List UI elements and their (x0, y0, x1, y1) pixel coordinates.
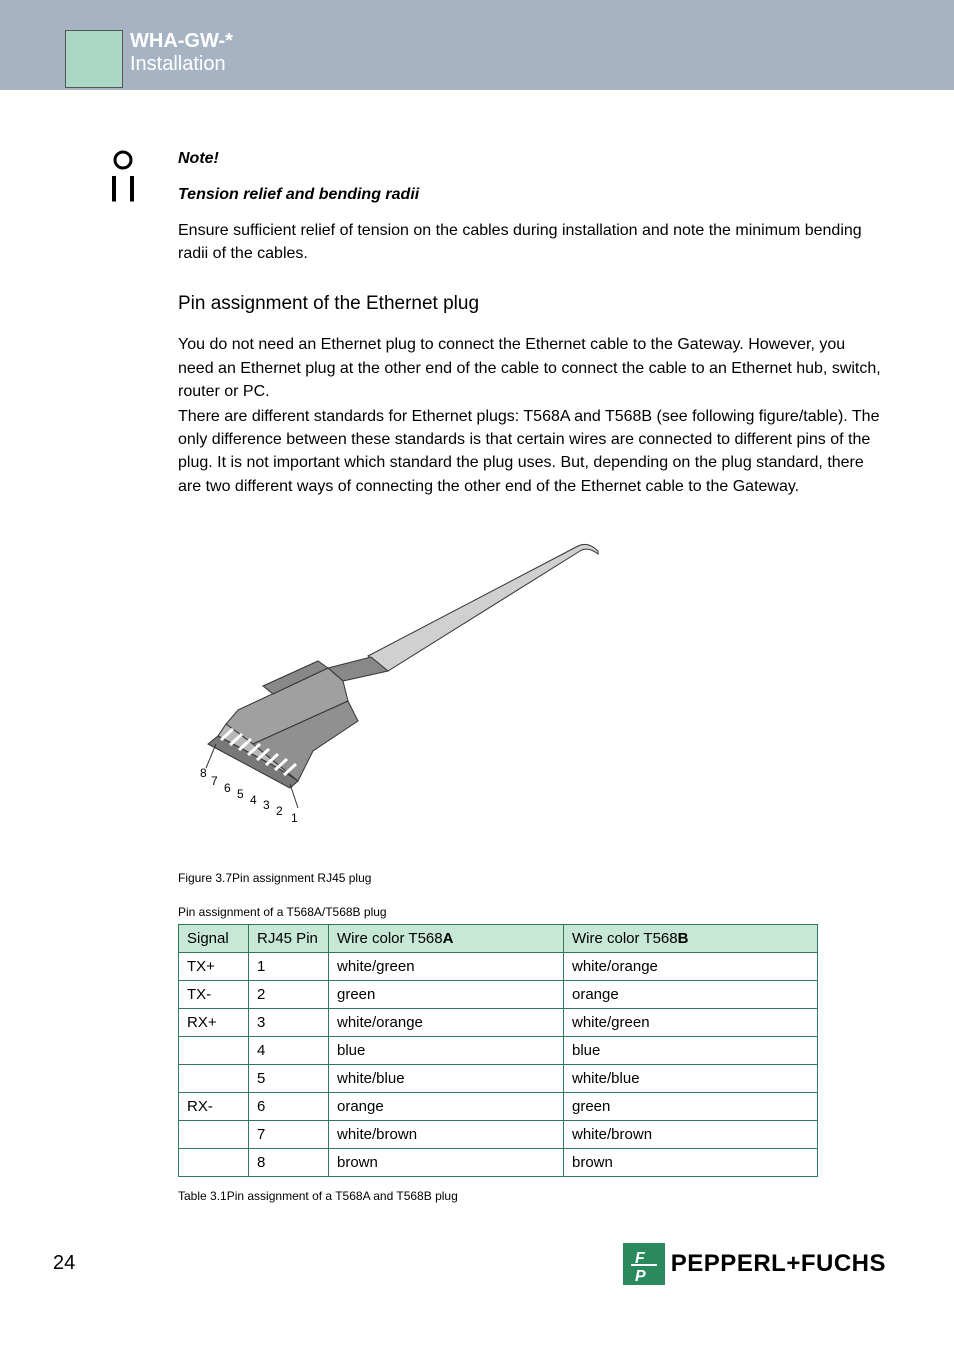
table-caption: Table 3.1Pin assignment of a T568A and T… (178, 1189, 884, 1203)
table-caption-prefix: Table 3.1 (178, 1189, 227, 1203)
pin-label-7: 7 (211, 774, 218, 788)
table-row: 5white/bluewhite/blue (179, 1064, 818, 1092)
cell-a: orange (329, 1092, 564, 1120)
table-row: 4blueblue (179, 1036, 818, 1064)
ethernet-heading: Pin assignment of the Ethernet plug (178, 293, 884, 315)
cell-pin: 1 (249, 952, 329, 980)
pin-label-1: 1 (291, 811, 298, 825)
cell-b: green (564, 1092, 818, 1120)
footer-logo-icon: F P (623, 1243, 665, 1285)
footer-logo: F P PEPPERL+FUCHS (623, 1243, 886, 1285)
cell-signal: TX- (179, 980, 249, 1008)
cell-pin: 8 (249, 1148, 329, 1176)
cell-pin: 7 (249, 1120, 329, 1148)
cell-a: white/green (329, 952, 564, 980)
model-id: WHA-GW-* (130, 30, 233, 53)
note-icon (108, 150, 138, 207)
table-row: 7white/brownwhite/brown (179, 1120, 818, 1148)
cell-b: orange (564, 980, 818, 1008)
th-colA-bold: A (443, 930, 454, 947)
table-row: RX+3white/orangewhite/green (179, 1008, 818, 1036)
table-title: Pin assignment of a T568A/T568B plug (178, 905, 884, 919)
cell-b: white/blue (564, 1064, 818, 1092)
note-title: Note! (178, 150, 884, 168)
cell-pin: 3 (249, 1008, 329, 1036)
rj45-figure: 8 7 6 5 4 3 2 1 (178, 526, 884, 846)
header-text: WHA-GW-* Installation (130, 30, 233, 76)
cell-signal: TX+ (179, 952, 249, 980)
cell-pin: 6 (249, 1092, 329, 1120)
cell-a: green (329, 980, 564, 1008)
figure-caption: Figure 3.7Pin assignment RJ45 plug (178, 871, 884, 885)
cell-b: white/brown (564, 1120, 818, 1148)
cell-b: blue (564, 1036, 818, 1064)
table-row: TX+1white/greenwhite/orange (179, 952, 818, 980)
content-area: Note! Tension relief and bending radii E… (178, 150, 884, 1203)
cell-pin: 2 (249, 980, 329, 1008)
table-row: 8brownbrown (179, 1148, 818, 1176)
pin-label-6: 6 (224, 781, 231, 795)
pin-label-5: 5 (237, 787, 244, 801)
cell-b: white/orange (564, 952, 818, 980)
note-text: Ensure sufficient relief of tension on t… (178, 219, 884, 265)
pin-label-4: 4 (250, 793, 257, 807)
figure-caption-text: Pin assignment RJ45 plug (232, 871, 371, 885)
th-colA-pre: Wire color T568 (337, 930, 443, 947)
pin-label-2: 2 (276, 804, 283, 818)
cell-signal (179, 1064, 249, 1092)
cell-signal (179, 1036, 249, 1064)
svg-text:P: P (635, 1268, 646, 1285)
section-title: Installation (130, 53, 233, 76)
cell-a: white/orange (329, 1008, 564, 1036)
th-colB-pre: Wire color T568 (572, 930, 678, 947)
table-row: RX-6orangegreen (179, 1092, 818, 1120)
cell-a: blue (329, 1036, 564, 1064)
header-bar: WHA-GW-* Installation (0, 0, 954, 90)
th-colB: Wire color T568B (564, 924, 818, 952)
ethernet-para1: You do not need an Ethernet plug to conn… (178, 333, 884, 403)
cell-b: white/green (564, 1008, 818, 1036)
cell-pin: 5 (249, 1064, 329, 1092)
cell-b: brown (564, 1148, 818, 1176)
pin-table: Signal RJ45 Pin Wire color T568A Wire co… (178, 924, 818, 1177)
th-rj45: RJ45 Pin (249, 924, 329, 952)
cell-a: brown (329, 1148, 564, 1176)
pin-label-8: 8 (200, 766, 207, 780)
footer-brand: PEPPERL+FUCHS (671, 1250, 886, 1278)
cell-pin: 4 (249, 1036, 329, 1064)
ethernet-para2: There are different standards for Ethern… (178, 405, 884, 498)
cell-a: white/blue (329, 1064, 564, 1092)
page-number: 24 (53, 1252, 75, 1275)
th-colA: Wire color T568A (329, 924, 564, 952)
table-row: TX-2greenorange (179, 980, 818, 1008)
cell-signal: RX- (179, 1092, 249, 1120)
note-subtitle: Tension relief and bending radii (178, 186, 884, 204)
cell-signal (179, 1148, 249, 1176)
cell-signal: RX+ (179, 1008, 249, 1036)
header-square (65, 30, 123, 88)
pin-label-3: 3 (263, 798, 270, 812)
cell-signal (179, 1120, 249, 1148)
th-signal: Signal (179, 924, 249, 952)
figure-caption-prefix: Figure 3.7 (178, 871, 232, 885)
th-colB-bold: B (678, 930, 689, 947)
cell-a: white/brown (329, 1120, 564, 1148)
table-caption-text: Pin assignment of a T568A and T568B plug (227, 1189, 458, 1203)
